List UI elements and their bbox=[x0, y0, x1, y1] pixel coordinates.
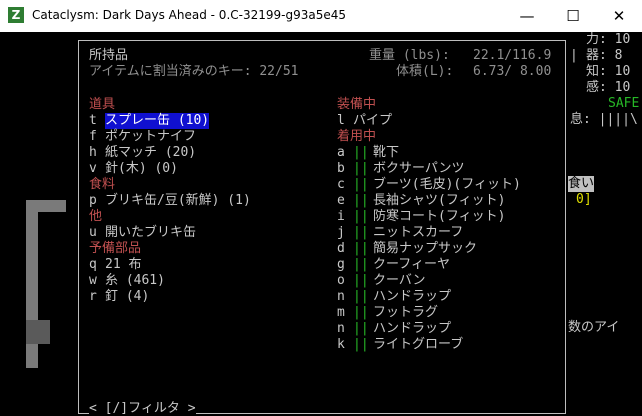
item-name: 針(木) (0) bbox=[105, 161, 178, 176]
worn-marker: || bbox=[353, 209, 369, 224]
item-name: ボクサーパンツ bbox=[373, 161, 465, 176]
item-hotkey: q bbox=[89, 257, 97, 272]
item-hotkey: b bbox=[337, 161, 345, 176]
category-label: 他 bbox=[89, 209, 103, 224]
item-hotkey: e bbox=[337, 193, 345, 208]
item-hotkey: u bbox=[89, 225, 97, 240]
item-name: 釘 (4) bbox=[105, 289, 150, 304]
item-hotkey: h bbox=[89, 145, 97, 160]
window-titlebar: Z Cataclysm: Dark Days Ahead - 0.C-32199… bbox=[0, 0, 642, 32]
worn-marker: || bbox=[353, 337, 369, 352]
item-hotkey: f bbox=[89, 129, 97, 144]
item-name: 21 布 bbox=[105, 257, 142, 272]
weight-label: 重量 (lbs): bbox=[369, 48, 450, 63]
item-name: クーフィーヤ bbox=[373, 257, 450, 272]
status-line: 息: ||||\ bbox=[570, 112, 638, 127]
worn-marker: || bbox=[353, 321, 369, 336]
item-hotkey: n bbox=[337, 289, 345, 304]
item-name: パイプ bbox=[353, 113, 393, 128]
item-hotkey: g bbox=[337, 257, 345, 272]
item-name: 靴下 bbox=[373, 145, 400, 160]
item-hotkey: k bbox=[337, 337, 345, 352]
item-hotkey: c bbox=[337, 177, 345, 192]
map-door bbox=[26, 320, 50, 344]
hotkeys-label: アイテムに割当済みのキー: 22/51 bbox=[89, 64, 299, 79]
item-name: スプレー缶 (10) bbox=[105, 113, 210, 129]
volume-value: 6.73/ 8.00 bbox=[473, 64, 552, 79]
category-label: 予備部品 bbox=[89, 241, 142, 256]
item-hotkey: l bbox=[337, 113, 345, 128]
category-label: 道具 bbox=[89, 97, 116, 112]
inventory-title: 所持品 bbox=[89, 48, 129, 63]
item-hotkey: o bbox=[337, 273, 345, 288]
item-hotkey: t bbox=[89, 113, 97, 128]
sidebar-selection: 食い bbox=[568, 176, 595, 192]
item-name: ハンドラップ bbox=[373, 289, 452, 304]
worn-marker: || bbox=[353, 193, 369, 208]
stat-int: 知: 10 bbox=[586, 64, 631, 79]
item-name: ハンドラップ bbox=[373, 321, 452, 336]
item-hotkey: i bbox=[337, 209, 345, 224]
item-hotkey: m bbox=[337, 305, 345, 320]
item-hotkey: w bbox=[89, 273, 97, 288]
item-hotkey: v bbox=[89, 161, 97, 176]
category-label: 装備中 bbox=[337, 97, 377, 112]
stat-str: 力: 10 bbox=[586, 32, 631, 47]
inventory-panel: 所持品 アイテムに割当済みのキー: 22/51 重量 (lbs): 22.1/1… bbox=[78, 40, 566, 416]
item-name: 防寒コート(フィット) bbox=[373, 209, 506, 224]
stat-dex: 器: 8 bbox=[586, 48, 623, 63]
item-hotkey: j bbox=[337, 225, 345, 240]
item-name: ブリキ缶/豆(新鮮) (1) bbox=[105, 193, 251, 208]
worn-marker: || bbox=[353, 257, 369, 272]
message-fragment: 数のアイ bbox=[568, 320, 620, 335]
item-name: ポケットナイフ bbox=[105, 129, 197, 144]
worn-marker: || bbox=[353, 241, 369, 256]
worn-marker: || bbox=[353, 161, 369, 176]
close-button[interactable]: ✕ bbox=[596, 0, 642, 32]
worn-marker: || bbox=[353, 289, 369, 304]
item-name: 紙マッチ (20) bbox=[105, 145, 197, 160]
minimize-button[interactable]: — bbox=[504, 0, 550, 32]
sidebar-divider: | bbox=[570, 48, 578, 63]
worn-marker: || bbox=[353, 305, 369, 320]
item-name: ブーツ(毛皮)(フィット) bbox=[373, 177, 521, 192]
worn-marker: || bbox=[353, 273, 369, 288]
item-hotkey: a bbox=[337, 145, 345, 160]
stat-per: 感: 10 bbox=[586, 80, 631, 95]
item-name: フットラグ bbox=[373, 305, 439, 320]
volume-label: 体積(L): bbox=[396, 64, 454, 79]
app-icon: Z bbox=[8, 7, 24, 23]
worn-marker: || bbox=[353, 225, 369, 240]
item-name: クーバン bbox=[373, 273, 426, 288]
sidebar-value: 0] bbox=[576, 192, 592, 207]
item-hotkey: n bbox=[337, 321, 345, 336]
item-name: 開いたブリキ缶 bbox=[105, 225, 197, 240]
item-name: 長袖シャツ(フィット) bbox=[373, 193, 506, 208]
item-name: ライトグローブ bbox=[373, 337, 464, 352]
item-hotkey: d bbox=[337, 241, 345, 256]
category-label: 食料 bbox=[89, 177, 116, 192]
worn-marker: || bbox=[353, 145, 369, 160]
item-name: 糸 (461) bbox=[105, 273, 165, 288]
item-name: ニットスカーフ bbox=[373, 225, 464, 240]
safe-mode: SAFE bbox=[608, 96, 640, 111]
worn-marker: || bbox=[353, 177, 369, 192]
item-name: 簡易ナップサック bbox=[373, 241, 478, 256]
window-title: Cataclysm: Dark Days Ahead - 0.C-32199-g… bbox=[32, 8, 346, 22]
game-screen: 所持品 アイテムに割当済みのキー: 22/51 重量 (lbs): 22.1/1… bbox=[0, 32, 642, 416]
maximize-button[interactable]: ☐ bbox=[550, 0, 596, 32]
weight-value: 22.1/116.9 bbox=[473, 48, 552, 63]
filter-hint[interactable]: < [/]フィルタ > bbox=[89, 401, 196, 416]
item-hotkey: p bbox=[89, 193, 97, 208]
item-hotkey: r bbox=[89, 289, 97, 304]
category-label: 着用中 bbox=[337, 129, 377, 144]
